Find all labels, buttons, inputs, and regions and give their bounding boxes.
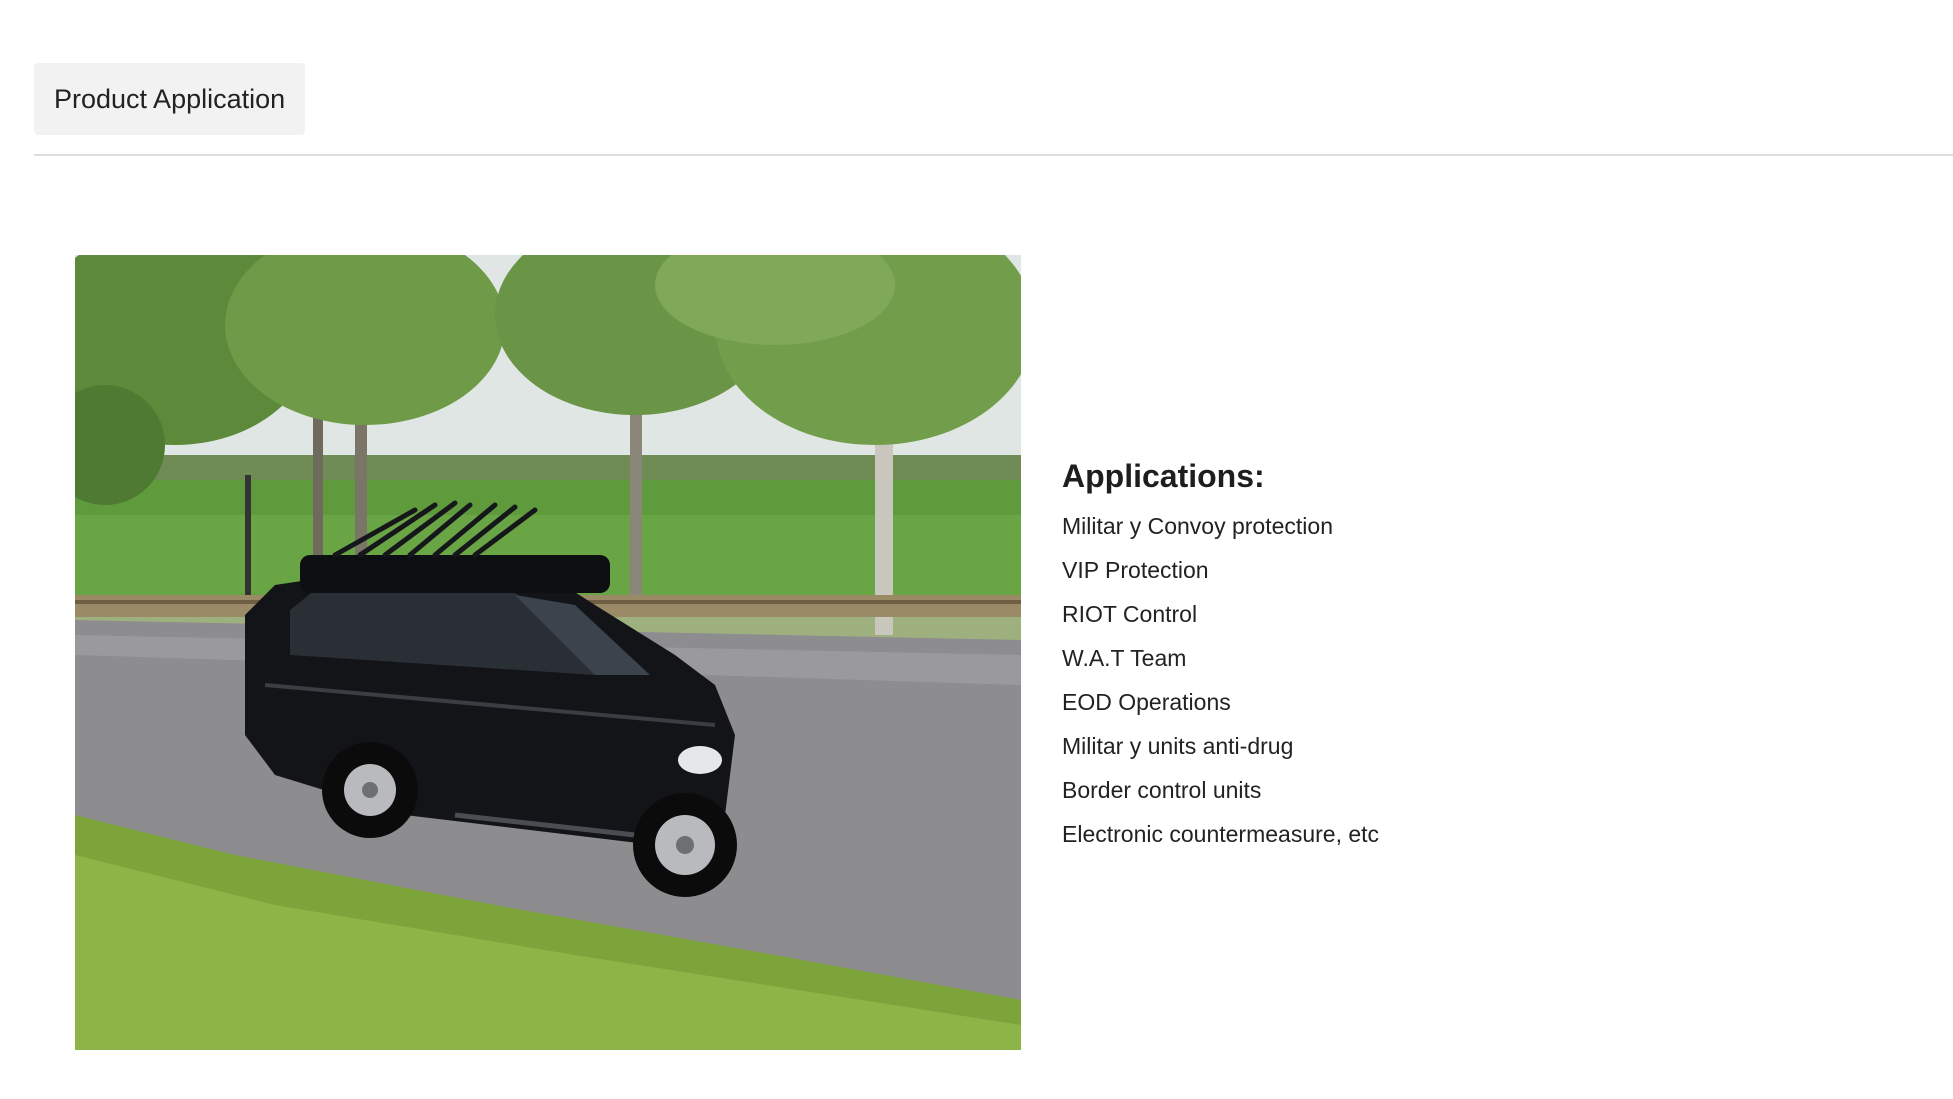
applications-section: Applications: Militar y Convoy protectio… (1062, 452, 1862, 856)
list-item: Militar y units anti-drug (1062, 733, 1294, 759)
tab-bar: Product Application (34, 63, 1953, 156)
list-item: RIOT Control (1062, 601, 1198, 627)
tab-product-application[interactable]: Product Application (34, 63, 306, 135)
applications-list: Militar y Convoy protection VIP Protecti… (1062, 504, 1862, 856)
list-item: EOD Operations (1062, 689, 1231, 715)
product-application-photo (75, 255, 1021, 1050)
applications-heading: Applications: (1062, 458, 1265, 494)
list-item: W.A.T Team (1062, 645, 1187, 671)
list-item: VIP Protection (1062, 557, 1209, 583)
list-item: Border control units (1062, 777, 1262, 803)
page: Product Application Applications: Milita… (0, 0, 1953, 1099)
list-item: Electronic countermeasure, etc (1062, 821, 1380, 847)
list-item: Militar y Convoy protection (1062, 513, 1333, 539)
